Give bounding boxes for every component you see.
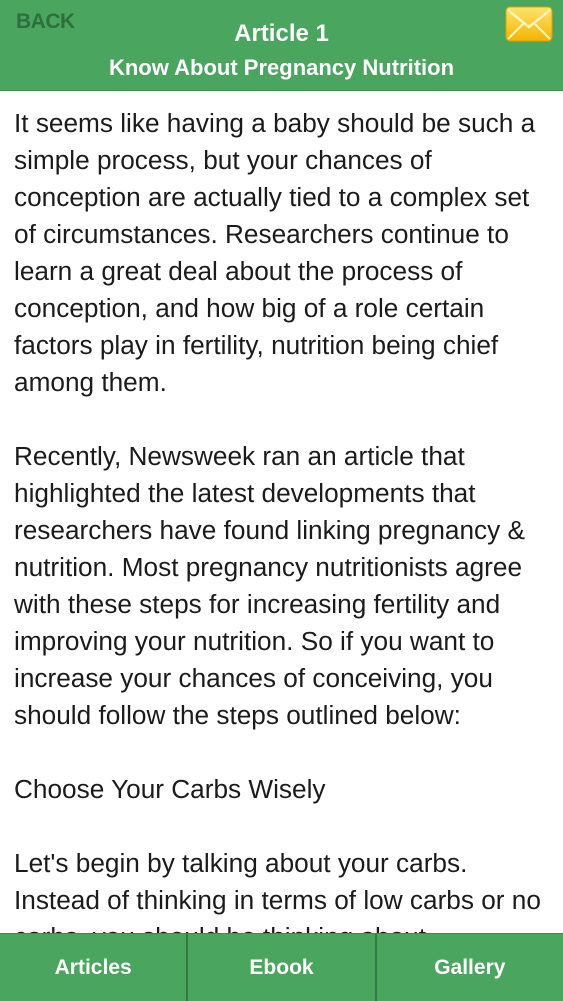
article-content[interactable]: It seems like having a baby should be su… [0, 91, 563, 933]
article-paragraph: Let's begin by talking about your carbs.… [14, 848, 541, 933]
page-title: Article 1 [234, 20, 329, 47]
article-paragraph: It seems like having a baby should be su… [14, 108, 536, 397]
article-heading: Choose Your Carbs Wisely [14, 774, 326, 804]
tab-articles[interactable]: Articles [0, 934, 189, 1001]
tab-gallery[interactable]: Gallery [377, 934, 563, 1001]
bottom-tab-bar: Articles Ebook Gallery [0, 933, 563, 1001]
tab-ebook[interactable]: Ebook [188, 934, 377, 1001]
article-paragraph: Recently, Newsweek ran an article that h… [14, 441, 525, 730]
header-bar: BACK Article 1 Know About Pregnancy Nutr… [0, 0, 563, 91]
envelope-icon[interactable] [505, 6, 553, 42]
page-subtitle: Know About Pregnancy Nutrition [108, 55, 455, 80]
article-body: It seems like having a baby should be su… [0, 91, 563, 933]
